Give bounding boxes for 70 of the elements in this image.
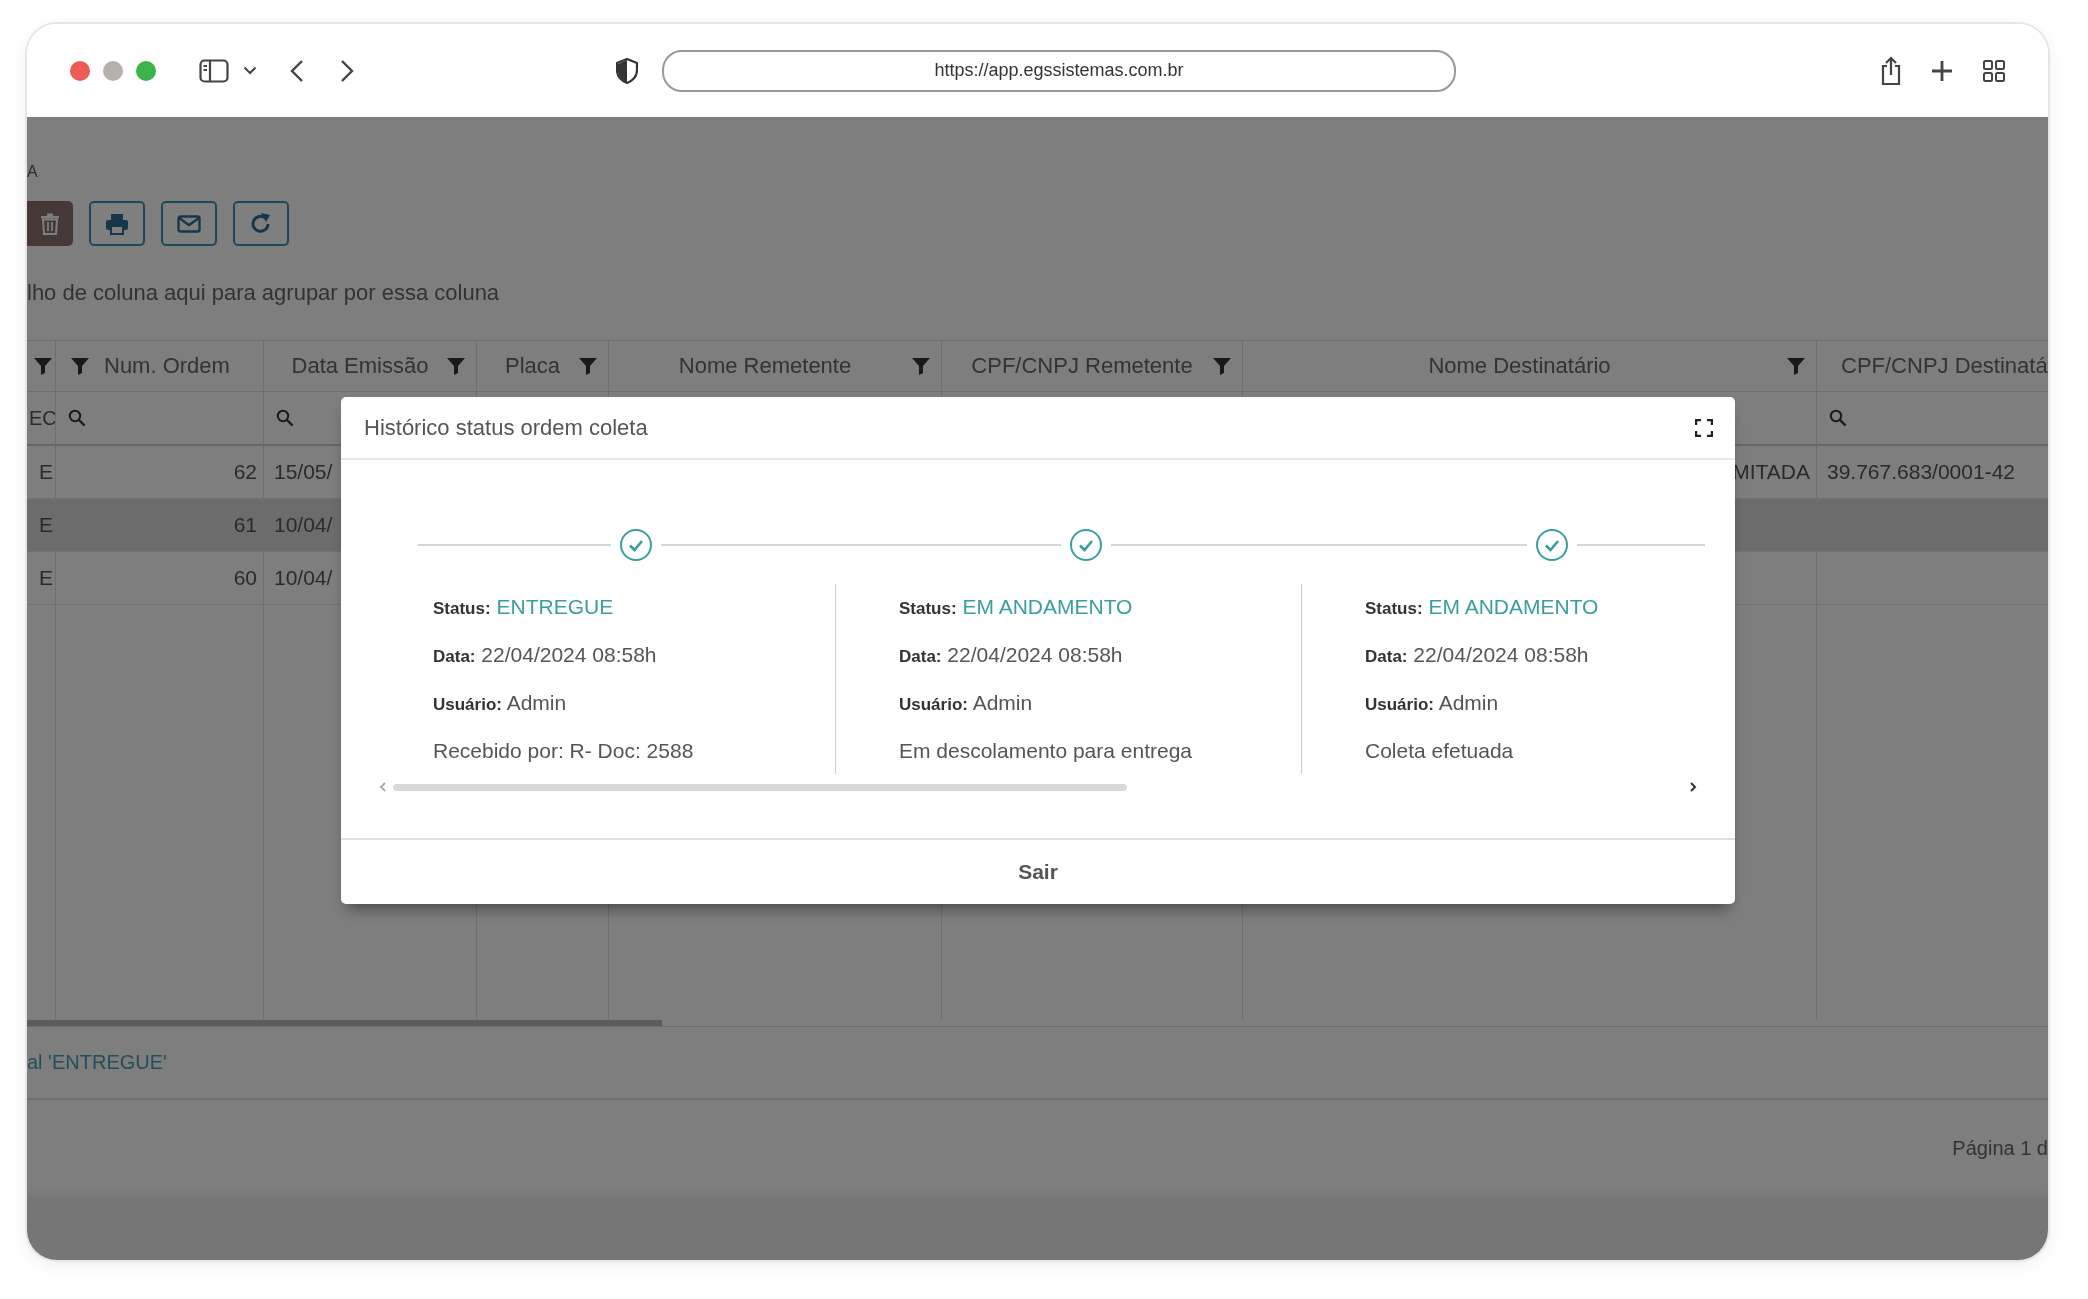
envelope-icon: [177, 214, 201, 233]
column-header[interactable]: CPF/CNPJ Destinatá: [1817, 341, 2048, 392]
table-cell: 62: [233, 460, 257, 484]
scrollbar[interactable]: [393, 783, 1127, 791]
filter-summary: al 'ENTREGUE': [27, 1051, 167, 1074]
table-cell: MITADA: [1732, 460, 1810, 484]
date-text: Data: 22/04/2024 08:58h: [899, 642, 1124, 668]
user-text: Usuário: Admin: [899, 690, 1034, 716]
delete-button[interactable]: [27, 201, 73, 246]
date-text: Data: 22/04/2024 08:58h: [1365, 642, 1590, 668]
note-text: Em descolamento para entrega: [899, 738, 1193, 764]
shield-icon: [616, 57, 638, 84]
table-cell: 15/05/: [274, 460, 333, 484]
trash-icon: [40, 212, 60, 235]
user-text: Usuário: Admin: [1365, 690, 1500, 716]
refresh-icon: [249, 211, 273, 236]
status-text: Status: ENTREGUE: [433, 594, 615, 620]
print-button[interactable]: [89, 201, 145, 246]
scrollbar[interactable]: [27, 1020, 662, 1026]
filter-icon[interactable]: [578, 356, 598, 376]
back-button[interactable]: [290, 58, 304, 83]
dialog-title: Histórico status ordem coleta: [364, 414, 648, 441]
tab-overview-icon[interactable]: [1982, 58, 2006, 83]
scroll-right-icon[interactable]: [1689, 781, 1697, 793]
column-header[interactable]: Placa: [477, 341, 609, 392]
forward-button[interactable]: [340, 58, 354, 83]
chevron-down-icon[interactable]: [243, 66, 257, 75]
column-header[interactable]: Data Emissão: [264, 341, 477, 392]
sidebar-icon[interactable]: [199, 58, 229, 83]
group-hint-text: lho de coluna aqui para agrupar por essa coluna: [27, 279, 501, 307]
table-cell: 10/04/: [274, 566, 333, 590]
address-field[interactable]: https://app.egssistemas.com.br: [662, 49, 1456, 92]
table-cell: E: [39, 513, 53, 537]
column-header[interactable]: [27, 341, 56, 392]
table-cell: E: [39, 566, 53, 590]
new-tab-icon[interactable]: [1930, 58, 1954, 83]
fullscreen-icon[interactable]: [1695, 418, 1713, 437]
table-cell: E: [39, 460, 53, 484]
filter-icon[interactable]: [33, 356, 53, 376]
email-button[interactable]: [161, 201, 217, 246]
filter-icon[interactable]: [1212, 356, 1232, 376]
note-text: Recebido por: R- Doc: 2588: [433, 738, 695, 764]
search-icon: [68, 409, 86, 427]
search-icon: [276, 409, 294, 427]
refresh-button[interactable]: [233, 201, 289, 246]
share-icon[interactable]: [1880, 55, 1902, 86]
column-header[interactable]: Num. Ordem: [56, 341, 264, 392]
search-icon: [1829, 409, 1847, 427]
note-text: Coleta efetuada: [1365, 738, 1515, 764]
filter-icon[interactable]: [1786, 356, 1806, 376]
pager-text: Página 1 d: [1952, 1136, 2048, 1160]
printer-icon: [105, 212, 129, 235]
status-text: Status: EM ANDAMENTO: [1365, 594, 1600, 620]
table-cell: 39.767.683/0001-42: [1827, 460, 2015, 484]
status-text: Status: EM ANDAMENTO: [899, 594, 1134, 620]
user-text: Usuário: Admin: [433, 690, 568, 716]
date-text: Data: 22/04/2024 08:58h: [433, 642, 658, 668]
column-header[interactable]: Nome Remetente: [609, 341, 942, 392]
filter-icon[interactable]: [911, 356, 931, 376]
column-header[interactable]: CPF/CNPJ Remetente: [942, 341, 1243, 392]
maximize-button[interactable]: [135, 59, 157, 82]
table-cell: 61: [233, 513, 257, 537]
table-cell: 60: [233, 566, 257, 590]
table-cell: 10/04/: [274, 513, 333, 537]
close-button[interactable]: [69, 59, 91, 82]
exit-button[interactable]: Sair: [1006, 854, 1070, 890]
filter-icon[interactable]: [446, 356, 466, 376]
filter-icon[interactable]: [70, 356, 90, 376]
column-header[interactable]: Nome Destinatário: [1243, 341, 1817, 392]
breadcrumb-text: A: [27, 162, 39, 182]
